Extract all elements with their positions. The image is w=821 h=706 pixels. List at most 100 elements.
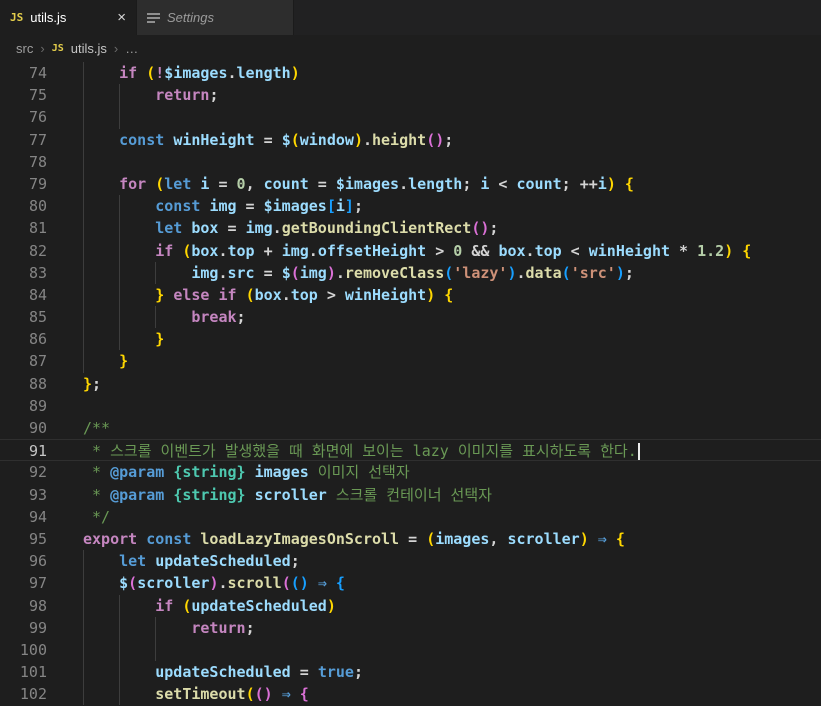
indent-guide bbox=[119, 595, 120, 617]
code-line-text: let updateScheduled; bbox=[64, 550, 821, 572]
code-line[interactable]: 93 * @param {string} scroller 스크롤 컨테이너 선… bbox=[0, 484, 821, 506]
indent-guide bbox=[83, 639, 84, 661]
indent-guide bbox=[155, 617, 156, 639]
line-number[interactable]: 97 bbox=[0, 572, 64, 594]
code-line[interactable]: 95export const loadLazyImagesOnScroll = … bbox=[0, 528, 821, 550]
indent-guide bbox=[119, 661, 120, 683]
code-line[interactable]: 94 */ bbox=[0, 506, 821, 528]
code-line[interactable]: 75 return; bbox=[0, 84, 821, 106]
line-number[interactable]: 85 bbox=[0, 306, 64, 328]
line-number[interactable]: 102 bbox=[0, 683, 64, 705]
code-line[interactable]: 89 bbox=[0, 395, 821, 417]
line-number[interactable]: 80 bbox=[0, 195, 64, 217]
code-line[interactable]: 85 break; bbox=[0, 306, 821, 328]
code-line-text: /** bbox=[64, 417, 821, 439]
line-number[interactable]: 84 bbox=[0, 284, 64, 306]
code-line-text: if (!$images.length) bbox=[64, 62, 821, 84]
indent-guide bbox=[119, 195, 120, 217]
code-line[interactable]: 87 } bbox=[0, 350, 821, 372]
indent-guide bbox=[83, 328, 84, 350]
indent-guide bbox=[83, 661, 84, 683]
indent-guide bbox=[83, 240, 84, 262]
indent-guide bbox=[83, 617, 84, 639]
line-number[interactable]: 75 bbox=[0, 84, 64, 106]
indent-guide bbox=[83, 572, 84, 594]
indent-guide bbox=[83, 683, 84, 705]
code-line[interactable]: 84 } else if (box.top > winHeight) { bbox=[0, 284, 821, 306]
indent-guide bbox=[83, 84, 84, 106]
line-number[interactable]: 92 bbox=[0, 461, 64, 483]
line-number[interactable]: 77 bbox=[0, 129, 64, 151]
code-line[interactable]: 91 * 스크롤 이벤트가 발생했을 때 화면에 보이는 lazy 이미지를 표… bbox=[0, 439, 821, 461]
code-line[interactable]: 102 setTimeout(() ⇒ { bbox=[0, 683, 821, 705]
code-line[interactable]: 90/** bbox=[0, 417, 821, 439]
line-number[interactable]: 100 bbox=[0, 639, 64, 661]
line-number[interactable]: 93 bbox=[0, 484, 64, 506]
indent-guide bbox=[119, 683, 120, 705]
line-number[interactable]: 94 bbox=[0, 506, 64, 528]
indent-guide bbox=[119, 106, 120, 128]
line-number[interactable]: 95 bbox=[0, 528, 64, 550]
code-line-text: * @param {string} scroller 스크롤 컨테이너 선택자 bbox=[64, 484, 821, 506]
breadcrumb-file[interactable]: utils.js bbox=[71, 41, 107, 56]
indent-guide bbox=[83, 106, 84, 128]
code-line-text bbox=[64, 639, 821, 661]
line-number[interactable]: 79 bbox=[0, 173, 64, 195]
code-line[interactable]: 100 bbox=[0, 639, 821, 661]
breadcrumb-src[interactable]: src bbox=[16, 41, 33, 56]
code-line[interactable]: 96 let updateScheduled; bbox=[0, 550, 821, 572]
code-line[interactable]: 86 } bbox=[0, 328, 821, 350]
line-number[interactable]: 82 bbox=[0, 240, 64, 262]
code-line[interactable]: 74 if (!$images.length) bbox=[0, 62, 821, 84]
code-line[interactable]: 97 $(scroller).scroll(() ⇒ { bbox=[0, 572, 821, 594]
tab-bar: JS utils.js × Settings bbox=[0, 0, 821, 35]
line-number[interactable]: 90 bbox=[0, 417, 64, 439]
line-number[interactable]: 101 bbox=[0, 661, 64, 683]
line-number[interactable]: 86 bbox=[0, 328, 64, 350]
tab-utils-js-label: utils.js bbox=[30, 10, 66, 25]
indent-guide bbox=[83, 350, 84, 372]
line-number[interactable]: 74 bbox=[0, 62, 64, 84]
code-line-text: return; bbox=[64, 617, 821, 639]
code-line-text: }; bbox=[64, 373, 821, 395]
code-line[interactable]: 76 bbox=[0, 106, 821, 128]
code-line[interactable]: 81 let box = img.getBoundingClientRect()… bbox=[0, 217, 821, 239]
line-number[interactable]: 87 bbox=[0, 350, 64, 372]
tab-settings[interactable]: Settings bbox=[136, 0, 294, 35]
breadcrumb-more[interactable]: … bbox=[125, 41, 138, 56]
code-editor[interactable]: 74 if (!$images.length)75 return;7677 co… bbox=[0, 62, 821, 706]
code-line[interactable]: 92 * @param {string} images 이미지 선택자 bbox=[0, 461, 821, 483]
tab-settings-label: Settings bbox=[167, 10, 214, 25]
tab-utils-js[interactable]: JS utils.js × bbox=[0, 0, 136, 35]
indent-guide bbox=[83, 173, 84, 195]
line-number[interactable]: 81 bbox=[0, 217, 64, 239]
indent-guide bbox=[119, 617, 120, 639]
code-line[interactable]: 88}; bbox=[0, 373, 821, 395]
line-number[interactable]: 98 bbox=[0, 595, 64, 617]
code-line[interactable]: 83 img.src = $(img).removeClass('lazy').… bbox=[0, 262, 821, 284]
line-number[interactable]: 76 bbox=[0, 106, 64, 128]
code-line[interactable]: 79 for (let i = 0, count = $images.lengt… bbox=[0, 173, 821, 195]
code-line[interactable]: 77 const winHeight = $(window).height(); bbox=[0, 129, 821, 151]
line-number[interactable]: 99 bbox=[0, 617, 64, 639]
indent-guide bbox=[83, 129, 84, 151]
code-line[interactable]: 99 return; bbox=[0, 617, 821, 639]
code-line[interactable]: 98 if (updateScheduled) bbox=[0, 595, 821, 617]
code-line-text: export const loadLazyImagesOnScroll = (i… bbox=[64, 528, 821, 550]
line-number[interactable]: 89 bbox=[0, 395, 64, 417]
indent-guide bbox=[83, 195, 84, 217]
code-line[interactable]: 82 if (box.top + img.offsetHeight > 0 &&… bbox=[0, 240, 821, 262]
code-line[interactable]: 80 const img = $images[i]; bbox=[0, 195, 821, 217]
code-line-text: break; bbox=[64, 306, 821, 328]
code-line-text bbox=[64, 395, 821, 417]
line-number[interactable]: 96 bbox=[0, 550, 64, 572]
line-number[interactable]: 83 bbox=[0, 262, 64, 284]
settings-list-icon bbox=[147, 13, 160, 23]
code-line[interactable]: 78 bbox=[0, 151, 821, 173]
line-number[interactable]: 78 bbox=[0, 151, 64, 173]
code-line[interactable]: 101 updateScheduled = true; bbox=[0, 661, 821, 683]
line-number[interactable]: 91 bbox=[0, 440, 64, 460]
line-number[interactable]: 88 bbox=[0, 373, 64, 395]
code-line-text: return; bbox=[64, 84, 821, 106]
close-icon[interactable]: × bbox=[117, 10, 126, 25]
